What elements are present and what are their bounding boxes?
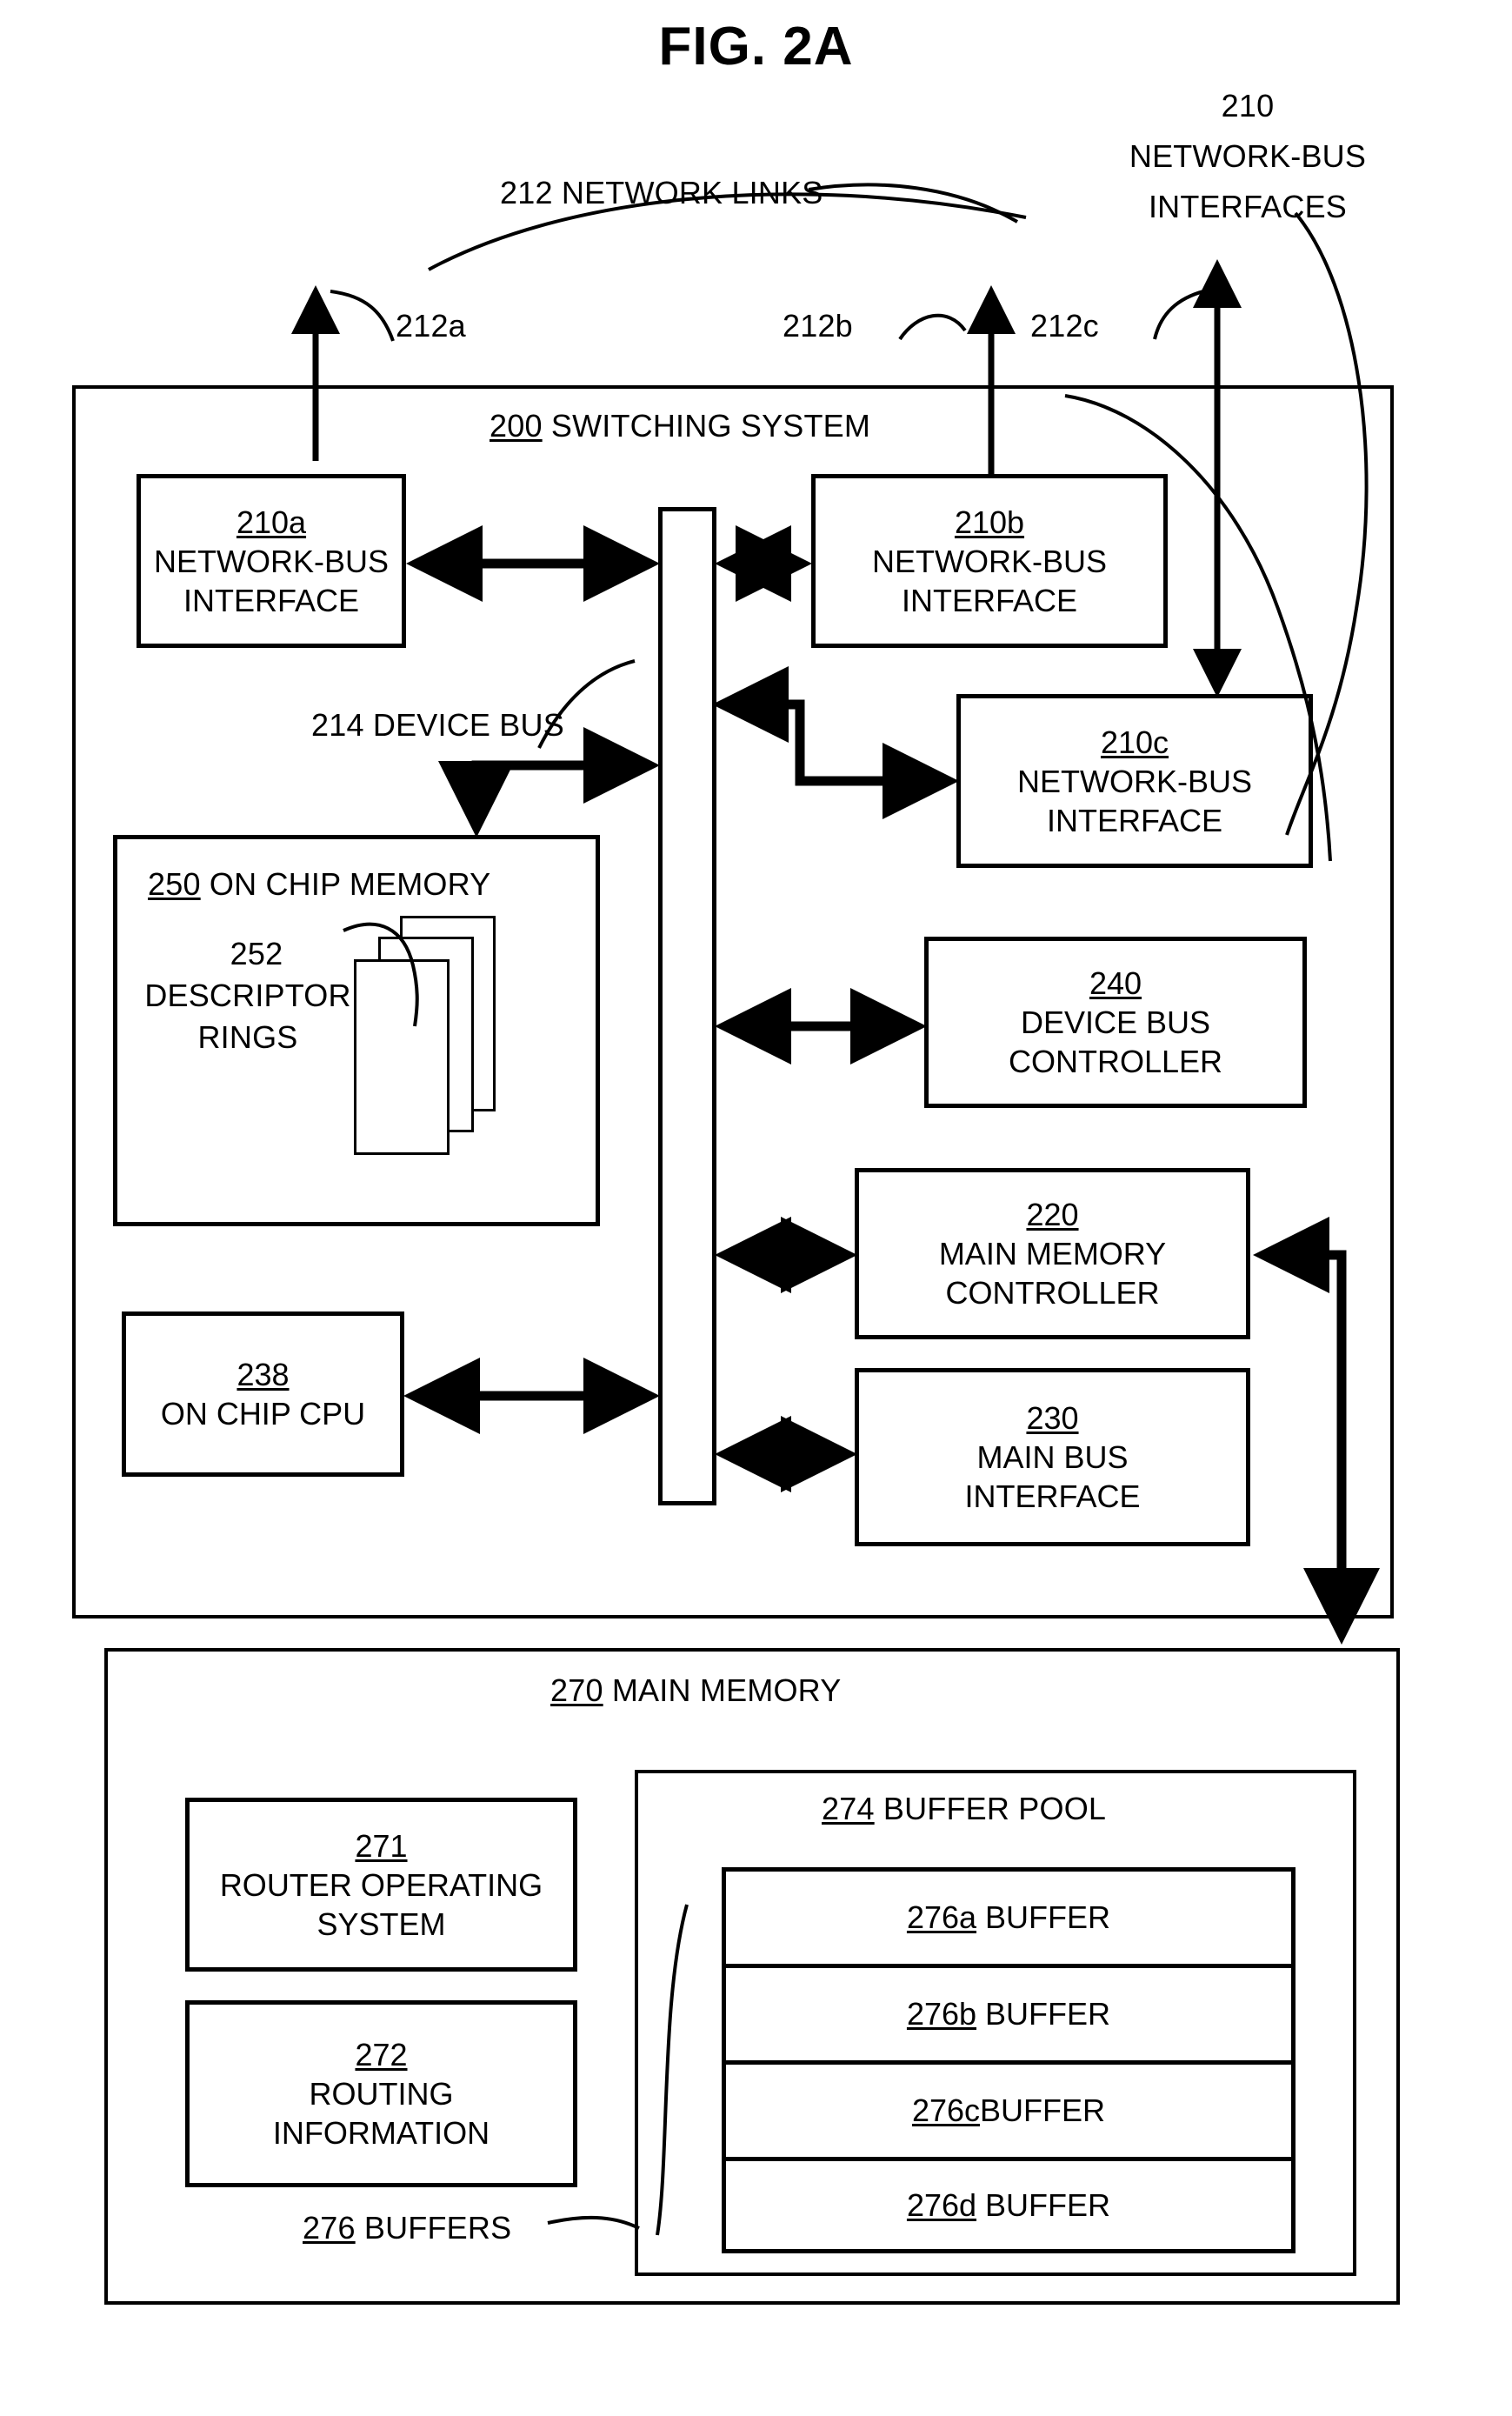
- nbi-c-number: 210c: [1100, 724, 1169, 760]
- on-chip-cpu-line1: ON CHIP CPU: [160, 1396, 366, 1432]
- buffer-276d-label: 276d BUFFER: [906, 2186, 1111, 2223]
- buffers-annotation-number: 276: [303, 2210, 356, 2246]
- main-memory-number: 270: [550, 1672, 603, 1708]
- main-memory-title: 270 MAIN MEMORY: [550, 1672, 841, 1710]
- main-memory-controller-line2: CONTROLLER: [945, 1275, 1160, 1311]
- patent-figure-page: FIG. 2A 212 NETWORK LINKS 210 NETWORK-BU…: [0, 0, 1512, 2416]
- main-bus-interface-number: 230: [1026, 1400, 1079, 1436]
- buffers-annotation: 276 BUFFERS: [303, 2209, 511, 2247]
- router-operating-system[interactable]: 271 ROUTER OPERATING SYSTEM: [185, 1798, 577, 1972]
- device-bus-bar: [658, 507, 716, 1505]
- on-chip-cpu-number: 238: [236, 1357, 290, 1392]
- buffer-276c-label: 276cBUFFER: [911, 2092, 1106, 2128]
- link-212b-leader: [898, 313, 967, 341]
- nbi-b-line1: NETWORK-BUS: [872, 543, 1107, 579]
- routing-info-line1: ROUTING: [309, 2076, 454, 2112]
- buffer-pool-number: 274: [822, 1791, 875, 1826]
- switching-system-title-text: SWITCHING SYSTEM: [542, 408, 871, 444]
- main-memory-controller[interactable]: 220 MAIN MEMORY CONTROLLER: [855, 1168, 1250, 1339]
- routing-info-number: 272: [355, 2037, 408, 2072]
- router-os-number: 271: [355, 1827, 408, 1864]
- on-chip-memory-number: 250: [148, 866, 201, 902]
- buffer-row[interactable]: 276b BUFFER: [722, 1964, 1296, 2060]
- main-bus-interface-line1: MAIN BUS: [976, 1439, 1129, 1475]
- switching-system-number: 200: [490, 408, 543, 444]
- device-bus-label: 214 DEVICE BUS: [311, 707, 564, 743]
- link-212b-label: 212b: [783, 308, 853, 344]
- buffer-276b-number: 276b: [906, 1996, 977, 2032]
- descriptor-rings-line2: RINGS: [197, 1019, 298, 1055]
- buffer-276d-number: 276d: [906, 2186, 977, 2223]
- buffer-276a-number: 276a: [906, 1899, 977, 1935]
- link-212c-label: 212c: [1030, 308, 1099, 344]
- descriptor-rings-number: 252: [230, 936, 283, 971]
- on-chip-memory-title-text: ON CHIP MEMORY: [200, 866, 491, 902]
- main-bus-interface[interactable]: 230 MAIN BUS INTERFACE: [855, 1368, 1250, 1546]
- main-memory-title-text: MAIN MEMORY: [603, 1672, 842, 1708]
- link-212a-leader: [330, 290, 395, 342]
- buffer-276b-label: 276b BUFFER: [906, 1996, 1111, 2032]
- on-chip-cpu[interactable]: 238 ON CHIP CPU: [122, 1311, 404, 1477]
- descriptor-ring-1: [354, 959, 450, 1155]
- link-212c-leader: [1153, 288, 1211, 340]
- nbi-group-number: 210: [1221, 88, 1275, 123]
- on-chip-memory[interactable]: 250 ON CHIP MEMORY 252 DESCRIPTOR RINGS: [113, 835, 600, 1226]
- network-links-label: 212 NETWORK LINKS: [500, 175, 823, 210]
- main-bus-interface-line2: INTERFACE: [964, 1478, 1141, 1514]
- buffer-pool-title-text: BUFFER POOL: [874, 1791, 1107, 1826]
- network-bus-interface-b[interactable]: 210b NETWORK-BUS INTERFACE: [811, 474, 1168, 648]
- nbi-group-label-line2: INTERFACES: [1148, 189, 1348, 224]
- network-bus-interface-a[interactable]: 210a NETWORK-BUS INTERFACE: [137, 474, 406, 648]
- link-212a-label: 212a: [396, 308, 466, 344]
- buffer-row[interactable]: 276d BUFFER: [722, 2157, 1296, 2253]
- buffer-276a-label: 276a BUFFER: [906, 1899, 1111, 1935]
- main-memory-controller-line1: MAIN MEMORY: [938, 1236, 1167, 1271]
- descriptor-rings-line1: DESCRIPTOR: [144, 978, 351, 1013]
- buffer-276c-number: 276c: [911, 2092, 981, 2128]
- nbi-b-number: 210b: [954, 504, 1025, 540]
- router-os-line1: ROUTER OPERATING: [219, 1866, 543, 1903]
- device-bus-controller-line1: DEVICE BUS: [1020, 1004, 1211, 1040]
- nbi-c-line2: INTERFACE: [1046, 802, 1223, 838]
- nbi-b-line2: INTERFACE: [901, 582, 1078, 618]
- buffers-annotation-text: BUFFERS: [355, 2210, 512, 2246]
- buffer-row[interactable]: 276a BUFFER: [722, 1867, 1296, 1964]
- buffer-row[interactable]: 276cBUFFER: [722, 2060, 1296, 2157]
- figure-title: FIG. 2A: [658, 17, 854, 77]
- router-os-line2: SYSTEM: [316, 1905, 446, 1942]
- routing-info-line2: INFORMATION: [272, 2115, 490, 2151]
- nbi-group-label-line1: NETWORK-BUS: [1129, 138, 1367, 174]
- nbi-a-line2: INTERFACE: [183, 582, 360, 618]
- device-bus-controller-number: 240: [1089, 965, 1142, 1001]
- routing-information[interactable]: 272 ROUTING INFORMATION: [185, 2000, 577, 2187]
- nbi-a-line1: NETWORK-BUS: [154, 543, 389, 579]
- device-bus-controller[interactable]: 240 DEVICE BUS CONTROLLER: [924, 937, 1307, 1108]
- nbi-a-number: 210a: [236, 504, 307, 540]
- device-bus-controller-line2: CONTROLLER: [1008, 1044, 1223, 1079]
- main-memory-controller-number: 220: [1026, 1197, 1079, 1232]
- switching-system-title: 200 SWITCHING SYSTEM: [490, 407, 870, 445]
- on-chip-memory-title: 250 ON CHIP MEMORY: [148, 865, 490, 904]
- nbi-c-line1: NETWORK-BUS: [1017, 763, 1252, 799]
- network-links-leader: [808, 183, 1019, 224]
- buffer-pool-title: 274 BUFFER POOL: [822, 1790, 1106, 1828]
- network-bus-interface-c[interactable]: 210c NETWORK-BUS INTERFACE: [956, 694, 1313, 868]
